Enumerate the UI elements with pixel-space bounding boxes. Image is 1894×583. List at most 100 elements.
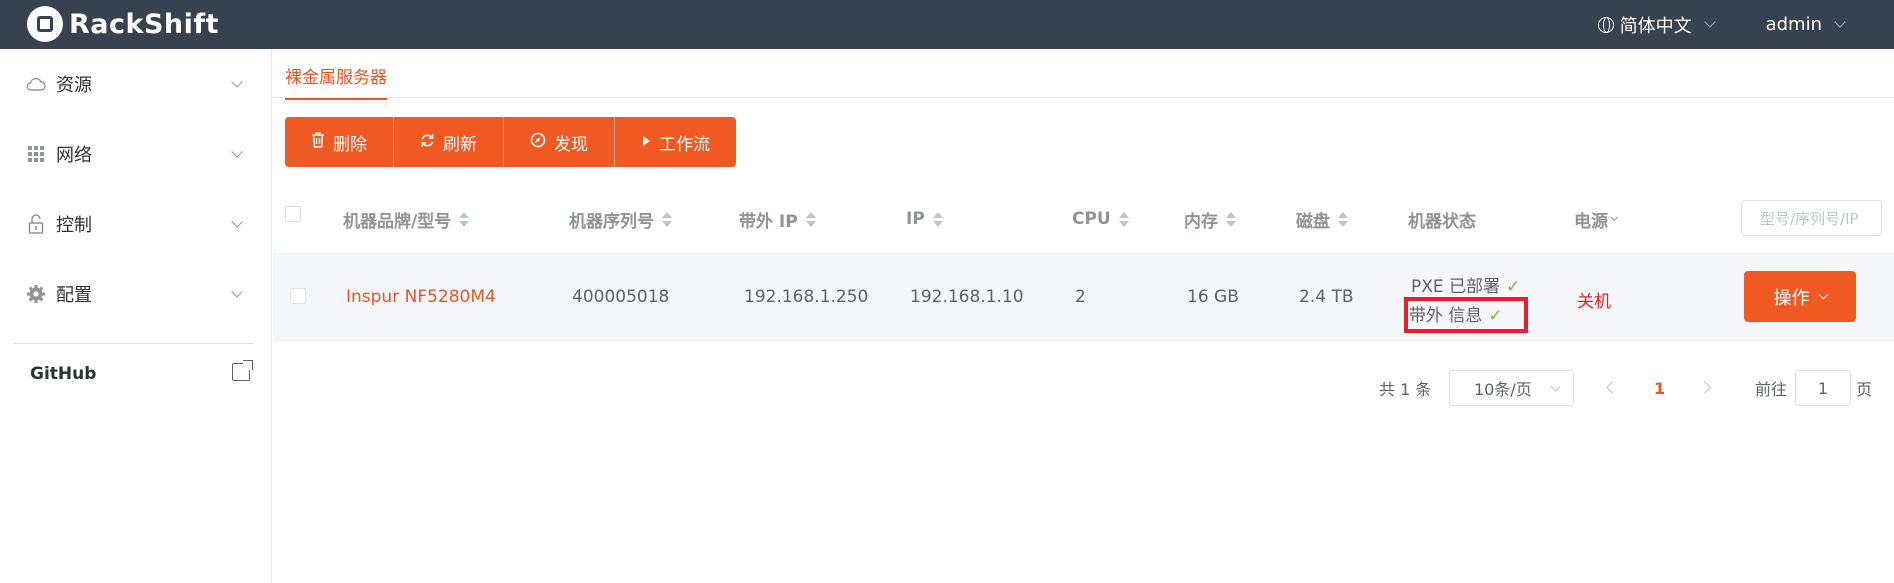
- power-status: 关机: [1577, 292, 1611, 312]
- chevron-down-icon: [1834, 16, 1846, 28]
- app-logo[interactable]: RackShift: [27, 6, 219, 42]
- workflow-label: 工作流: [659, 134, 710, 155]
- goto-text: 前往: [1755, 380, 1788, 399]
- goto-page-input[interactable]: 1: [1795, 370, 1851, 406]
- sidebar-item-config[interactable]: 配置: [0, 259, 271, 329]
- column-ip-label: IP: [906, 209, 925, 229]
- sidebar-item-label: 配置: [56, 285, 92, 306]
- row-checkbox[interactable]: [290, 288, 306, 304]
- actions-label: 操作: [1773, 287, 1810, 309]
- compass-icon: [530, 132, 546, 152]
- disk-cell: 2.4 TB: [1299, 287, 1354, 307]
- column-memory-label: 内存: [1184, 211, 1218, 232]
- pagination-total: 共 1 条: [1379, 368, 1431, 408]
- page-number-label: 1: [1654, 378, 1666, 398]
- search-input[interactable]: 型号/序列号/IP: [1741, 200, 1882, 236]
- column-status: 机器状态: [1408, 185, 1476, 253]
- chevron-down-icon: [231, 76, 243, 88]
- page-suffix-text: 页: [1856, 380, 1873, 399]
- toolbar: 删除 刷新 发现 工作流: [285, 117, 736, 167]
- column-status-label: 机器状态: [1408, 211, 1476, 232]
- table-header: 机器品牌/型号 机器序列号 带外 IP IP CPU 内存 磁盘 机器状态 电源: [273, 185, 1894, 253]
- oob-ip-cell: 192.168.1.250: [744, 287, 869, 307]
- sidebar-item-label: 网络: [56, 145, 92, 166]
- user-name: admin: [1765, 14, 1822, 35]
- discover-button[interactable]: 发现: [504, 117, 615, 167]
- language-label: 简体中文: [1619, 15, 1692, 37]
- language-dropdown[interactable]: 简体中文: [1597, 12, 1716, 38]
- status-pxe: PXE 已部署 ✓: [1411, 272, 1520, 297]
- total-count: 共 1 条: [1379, 380, 1432, 399]
- sort-icon[interactable]: [1338, 211, 1348, 227]
- next-page-icon[interactable]: [1698, 381, 1711, 394]
- column-serial-label: 机器序列号: [569, 211, 654, 232]
- sidebar-item-network[interactable]: 网络: [0, 119, 271, 189]
- sort-icon[interactable]: [1118, 211, 1129, 227]
- workflow-button[interactable]: 工作流: [615, 117, 736, 167]
- grid-icon: [26, 144, 46, 164]
- sort-icon[interactable]: [459, 211, 470, 227]
- sidebar-item-resources[interactable]: 资源: [0, 49, 271, 119]
- table-row[interactable]: Inspur NF5280M4 400005018 192.168.1.250 …: [273, 253, 1894, 341]
- column-power-label: 电源: [1574, 211, 1608, 232]
- gear-icon: [26, 284, 46, 304]
- sort-icon[interactable]: [932, 211, 943, 227]
- sidebar-item-control[interactable]: 控制: [0, 189, 271, 259]
- column-power[interactable]: 电源: [1574, 185, 1619, 253]
- refresh-icon: [420, 133, 435, 152]
- column-oob-ip-label: 带外 IP: [739, 211, 798, 232]
- trash-icon: [311, 132, 325, 152]
- lock-icon: [26, 214, 46, 234]
- memory-cell: 16 GB: [1187, 287, 1239, 307]
- delete-button[interactable]: 删除: [285, 117, 394, 167]
- github-link[interactable]: GitHub: [30, 364, 96, 384]
- sidebar-item-label: 资源: [56, 75, 92, 96]
- check-icon: ✓: [1506, 277, 1521, 297]
- prev-page-icon[interactable]: [1606, 381, 1619, 394]
- filter-chevron-icon: [1610, 213, 1619, 222]
- page-number-current[interactable]: 1: [1654, 368, 1665, 408]
- tab-bar: 裸金属服务器: [273, 49, 1894, 100]
- serial-cell: 400005018: [572, 287, 670, 307]
- logo-icon: [27, 6, 63, 42]
- column-disk[interactable]: 磁盘: [1296, 185, 1348, 253]
- sidebar-divider: [14, 343, 254, 344]
- cpu-cell: 2: [1075, 287, 1086, 307]
- sort-icon[interactable]: [1226, 211, 1236, 227]
- sort-icon[interactable]: [805, 211, 816, 227]
- top-header: RackShift 简体中文 admin: [0, 0, 1894, 49]
- brand-link[interactable]: Inspur NF5280M4: [346, 287, 496, 307]
- column-ip[interactable]: IP: [906, 185, 943, 253]
- sort-icon[interactable]: [662, 211, 672, 227]
- page-size-value: 10条/页: [1474, 380, 1532, 399]
- chevron-down-icon: [231, 146, 243, 158]
- page-suffix: 页: [1856, 368, 1872, 408]
- refresh-label: 刷新: [443, 134, 477, 155]
- app-name: RackShift: [69, 8, 220, 40]
- page-size-select[interactable]: 10条/页: [1449, 370, 1574, 406]
- delete-label: 删除: [333, 134, 367, 155]
- chevron-down-icon: [231, 286, 243, 298]
- column-cpu[interactable]: CPU: [1072, 185, 1129, 253]
- chevron-down-icon: [1818, 289, 1828, 299]
- chevron-down-icon: [1703, 16, 1716, 28]
- column-oob-ip[interactable]: 带外 IP: [739, 185, 816, 253]
- user-dropdown[interactable]: admin: [1765, 14, 1846, 35]
- play-icon: [641, 133, 651, 151]
- column-serial[interactable]: 机器序列号: [569, 185, 672, 253]
- sidebar: 资源 网络 控制 配置 GitHub: [0, 49, 272, 583]
- select-all-checkbox[interactable]: [285, 206, 301, 222]
- tab-bare-metal[interactable]: 裸金属服务器: [285, 63, 387, 100]
- highlight-box: [1404, 297, 1528, 333]
- cloud-icon: [26, 74, 46, 94]
- globe-icon: [1597, 16, 1614, 33]
- column-brand[interactable]: 机器品牌/型号: [343, 185, 470, 253]
- column-memory[interactable]: 内存: [1184, 185, 1236, 253]
- chevron-down-icon: [1550, 381, 1561, 392]
- goto-label: 前往: [1755, 368, 1787, 408]
- external-link-icon[interactable]: [232, 360, 253, 381]
- refresh-button[interactable]: 刷新: [394, 117, 504, 167]
- column-disk-label: 磁盘: [1296, 211, 1330, 232]
- actions-dropdown-button[interactable]: 操作: [1744, 271, 1856, 322]
- column-cpu-label: CPU: [1072, 209, 1111, 229]
